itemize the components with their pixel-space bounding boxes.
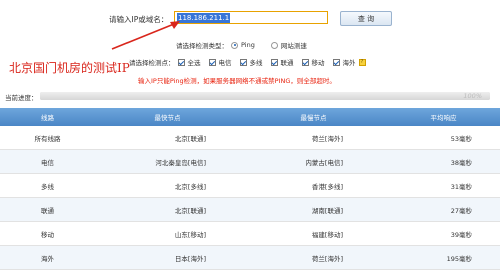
- header-slowest: 最慢节点: [240, 108, 387, 126]
- header-line: 线路: [0, 108, 95, 126]
- progress-fill: [40, 92, 490, 100]
- cell-line: 联通: [0, 197, 95, 222]
- cell-fastest: 日本[海外]: [95, 245, 240, 270]
- ping-note: 输入IP只能Ping检测，如果服务器网络不通或禁PING，则全部超时。: [138, 77, 336, 85]
- checkbox-telecom[interactable]: [208, 58, 216, 66]
- cell-line: 所有线路: [0, 126, 95, 150]
- checkbox-all[interactable]: [177, 58, 185, 66]
- cell-fastest: 河北秦皇岛[电信]: [95, 149, 240, 174]
- results-table: 线路 最快节点 最慢节点 平均响应 所有线路 北京[联通] 荷兰[海外] 53毫…: [0, 108, 500, 270]
- watermark-caption: 北京国门机房的测试IP: [9, 61, 130, 75]
- probe-type-row: 请选择检测类型： Ping 网站测速: [176, 40, 307, 50]
- checkbox-all-label[interactable]: 全选: [188, 57, 201, 67]
- header-average: 平均响应: [387, 108, 500, 126]
- checkbox-multiline-label[interactable]: 多线: [250, 57, 263, 67]
- checkbox-mobile-label[interactable]: 移动: [312, 57, 325, 67]
- probe-points-row: 请选择检测点： 全选 电信 多线 联通 移动 海外 ?: [129, 57, 366, 67]
- checkbox-multiline[interactable]: [239, 58, 247, 66]
- cell-fastest: 北京[联通]: [95, 126, 240, 150]
- table-row: 海外 日本[海外] 荷兰[海外] 195毫秒: [0, 245, 500, 270]
- table-row: 所有线路 北京[联通] 荷兰[海外] 53毫秒: [0, 126, 500, 150]
- question-icon[interactable]: ?: [358, 58, 366, 66]
- cell-line: 多线: [0, 173, 95, 198]
- probe-type-label: 请选择检测类型：: [176, 42, 228, 50]
- cell-slowest: 内蒙古[电信]: [240, 149, 387, 174]
- progress-percent: 100%: [463, 92, 482, 100]
- table-row: 电信 河北秦皇岛[电信] 内蒙古[电信] 38毫秒: [0, 149, 500, 174]
- cell-fastest: 北京[联通]: [95, 197, 240, 222]
- cell-slowest: 湖南[联通]: [240, 197, 387, 222]
- cell-average: 31毫秒: [387, 173, 500, 198]
- radio-website-speed-label[interactable]: 网站测速: [281, 40, 307, 50]
- progress-bar: 100%: [40, 92, 490, 100]
- checkbox-unicom[interactable]: [270, 58, 278, 66]
- cell-average: 38毫秒: [387, 149, 500, 174]
- cell-slowest: 香港[多线]: [240, 173, 387, 198]
- cell-fastest: 山东[移动]: [95, 221, 240, 246]
- cell-average: 39毫秒: [387, 221, 500, 246]
- radio-ping[interactable]: [231, 41, 238, 49]
- checkbox-telecom-label[interactable]: 电信: [219, 57, 232, 67]
- query-button[interactable]: 查 询: [340, 11, 392, 26]
- progress-label: 当前进度：: [5, 94, 38, 102]
- table-row: 多线 北京[多线] 香港[多线] 31毫秒: [0, 173, 500, 198]
- checkbox-mobile[interactable]: [301, 58, 309, 66]
- probe-points-label: 请选择检测点：: [129, 59, 175, 67]
- cell-slowest: 荷兰[海外]: [240, 245, 387, 270]
- cell-slowest: 荷兰[海外]: [240, 126, 387, 150]
- checkbox-overseas-label[interactable]: 海外: [343, 57, 356, 67]
- header-fastest: 最快节点: [95, 108, 240, 126]
- radio-ping-label[interactable]: Ping: [241, 41, 255, 49]
- cell-line: 电信: [0, 149, 95, 174]
- cell-line: 海外: [0, 245, 95, 270]
- radio-website-speed[interactable]: [270, 41, 278, 49]
- cell-average: 53毫秒: [387, 126, 500, 150]
- cell-line: 移动: [0, 221, 95, 246]
- cell-fastest: 北京[多线]: [95, 173, 240, 198]
- checkbox-overseas[interactable]: [332, 58, 340, 66]
- table-row: 联通 北京[联通] 湖南[联通] 27毫秒: [0, 197, 500, 222]
- table-header-row: 线路 最快节点 最慢节点 平均响应: [0, 108, 500, 126]
- cell-average: 195毫秒: [387, 245, 500, 270]
- checkbox-unicom-label[interactable]: 联通: [281, 57, 294, 67]
- cell-slowest: 福建[移动]: [240, 221, 387, 246]
- ip-domain-input[interactable]: 118.186.211.1: [174, 11, 328, 24]
- table-row: 移动 山东[移动] 福建[移动] 39毫秒: [0, 221, 500, 246]
- cell-average: 27毫秒: [387, 197, 500, 222]
